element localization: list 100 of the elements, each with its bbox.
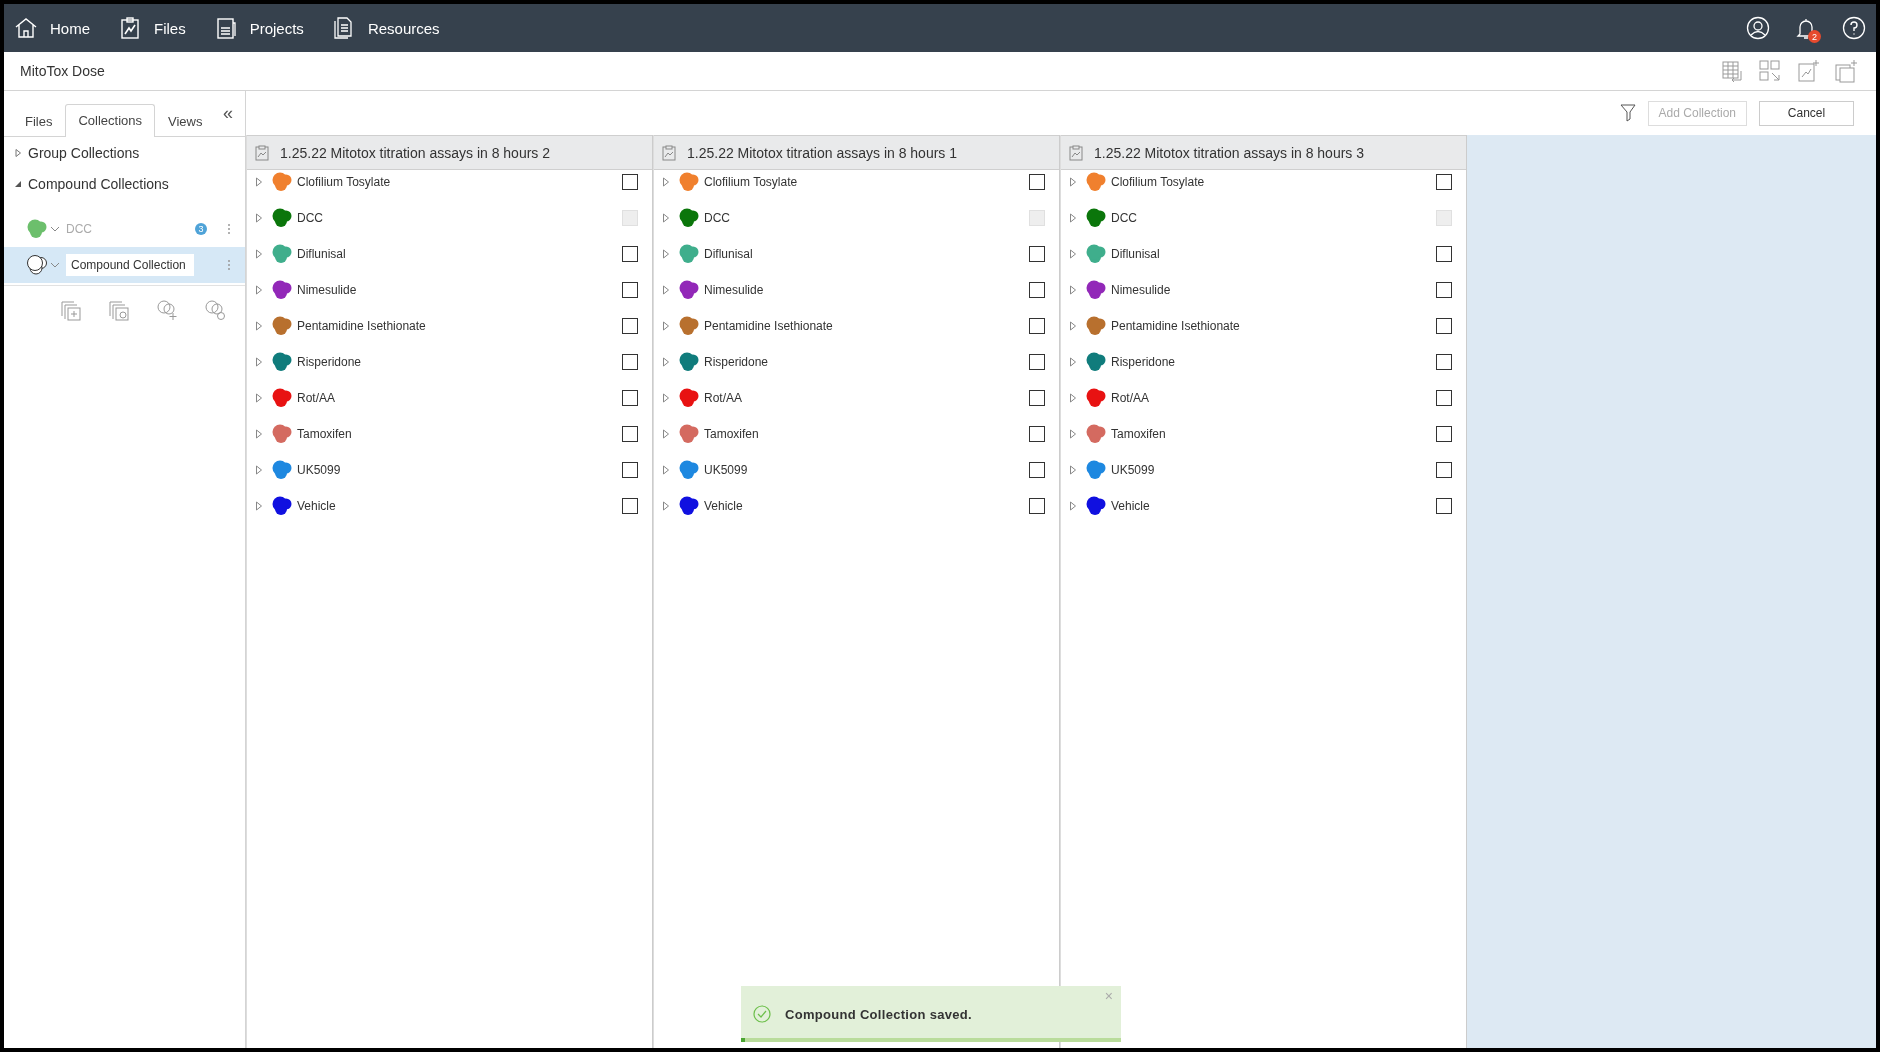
expand-triangle-icon[interactable] — [662, 393, 670, 403]
expand-triangle-icon[interactable] — [255, 177, 263, 187]
sidebar-tab[interactable]: Views — [155, 105, 216, 137]
expand-triangle-icon[interactable] — [1069, 249, 1077, 259]
blob-plus-icon[interactable] — [155, 298, 179, 322]
chevron-down-icon[interactable] — [50, 261, 60, 269]
expand-triangle-icon[interactable] — [255, 285, 263, 295]
stack-refresh-icon[interactable] — [107, 298, 131, 322]
expand-triangle-icon[interactable] — [255, 321, 263, 331]
checkbox[interactable] — [1029, 174, 1045, 190]
checkbox[interactable] — [622, 462, 638, 478]
filter-icon[interactable] — [1619, 104, 1636, 122]
compound-name: Pentamidine Isethionate — [1111, 319, 1241, 333]
expand-triangle-icon[interactable] — [255, 393, 263, 403]
checkbox[interactable] — [1436, 246, 1452, 262]
checkbox[interactable] — [1029, 426, 1045, 442]
checkbox[interactable] — [1029, 246, 1045, 262]
panel-title: 1.25.22 Mitotox titration assays in 8 hours 3 — [1094, 144, 1365, 161]
table-icon[interactable] — [1720, 59, 1744, 83]
expand-triangle-icon[interactable] — [255, 465, 263, 475]
checkbox[interactable] — [1436, 426, 1452, 442]
user-icon[interactable] — [1746, 16, 1770, 40]
check-circle-icon — [753, 1005, 771, 1023]
checkbox[interactable] — [622, 426, 638, 442]
expand-triangle-icon[interactable] — [662, 357, 670, 367]
grid-icon[interactable] — [1758, 59, 1782, 83]
expand-triangle-icon[interactable] — [255, 249, 263, 259]
checkbox[interactable] — [1029, 390, 1045, 406]
checkbox[interactable] — [1029, 318, 1045, 334]
notification-badge: 2 — [1808, 30, 1821, 43]
compound-name: Diflunisal — [704, 247, 754, 261]
checkbox[interactable] — [622, 498, 638, 514]
checkbox[interactable] — [1436, 462, 1452, 478]
collection-item[interactable]: Compound Collection — [4, 247, 245, 283]
checkbox[interactable] — [1436, 498, 1452, 514]
expand-triangle-icon[interactable] — [1069, 501, 1077, 511]
more-options-icon[interactable] — [227, 259, 231, 271]
expand-triangle-icon[interactable] — [255, 501, 263, 511]
copy-plus-icon[interactable] — [1834, 59, 1858, 83]
blob-refresh-icon[interactable] — [203, 298, 227, 322]
expand-triangle-icon[interactable] — [662, 177, 670, 187]
expand-triangle-icon[interactable] — [662, 249, 670, 259]
checkbox[interactable] — [1436, 390, 1452, 406]
expand-triangle-icon[interactable] — [1069, 285, 1077, 295]
sidebar-tab[interactable]: Collections — [65, 104, 156, 137]
nav-link[interactable]: Projects — [213, 16, 304, 40]
checkbox[interactable] — [1029, 354, 1045, 370]
expand-triangle-icon[interactable] — [1069, 357, 1077, 367]
checkbox[interactable] — [622, 318, 638, 334]
compound-name: Nimesulide — [1111, 283, 1172, 297]
checkbox[interactable] — [622, 354, 638, 370]
nav-link[interactable]: Resources — [331, 16, 440, 40]
expand-triangle-icon[interactable] — [1069, 393, 1077, 403]
action-button[interactable]: Cancel — [1759, 100, 1854, 126]
expand-triangle-icon[interactable] — [255, 357, 263, 367]
checkbox[interactable] — [622, 390, 638, 406]
nav-link[interactable]: Home — [14, 16, 90, 40]
checkbox[interactable] — [1436, 174, 1452, 190]
checkbox[interactable] — [1029, 498, 1045, 514]
expand-triangle-icon[interactable] — [255, 429, 263, 439]
expand-triangle-icon[interactable] — [1069, 213, 1077, 223]
expand-triangle-icon[interactable] — [662, 501, 670, 511]
expand-triangle-icon[interactable] — [1069, 177, 1077, 187]
tree-node[interactable]: Compound Collections — [4, 168, 245, 199]
compound-name: DCC — [297, 211, 324, 225]
expand-triangle-icon[interactable] — [1069, 321, 1077, 331]
compound-name: Tamoxifen — [297, 427, 353, 441]
compound-name: Risperidone — [297, 355, 363, 369]
checkbox[interactable] — [1029, 282, 1045, 298]
checkbox[interactable] — [1029, 462, 1045, 478]
compound-name: Risperidone — [1111, 355, 1177, 369]
expand-triangle-icon[interactable] — [1069, 465, 1077, 475]
help-icon[interactable] — [1842, 16, 1866, 40]
nav-link[interactable]: Files — [118, 16, 186, 40]
checkbox[interactable] — [622, 246, 638, 262]
compound-name: Clofilium Tosylate — [704, 175, 799, 189]
checkbox[interactable] — [1436, 354, 1452, 370]
compound-name: Clofilium Tosylate — [1111, 175, 1206, 189]
checkbox[interactable] — [622, 282, 638, 298]
sidebar-tab[interactable]: Files — [12, 105, 66, 137]
compound-name: Vehicle — [704, 499, 744, 513]
chart-plus-icon[interactable] — [1796, 59, 1820, 83]
expand-triangle-icon[interactable] — [662, 429, 670, 439]
checkbox[interactable] — [1436, 282, 1452, 298]
expand-triangle-icon[interactable] — [255, 213, 263, 223]
compound-name: Tamoxifen — [704, 427, 760, 441]
compound-name: DCC — [1111, 211, 1138, 225]
expand-triangle-icon[interactable] — [662, 465, 670, 475]
checkbox[interactable] — [622, 174, 638, 190]
collapse-button[interactable]: « — [219, 103, 237, 124]
compound-name: Diflunisal — [1111, 247, 1161, 261]
expand-triangle-icon[interactable] — [662, 321, 670, 331]
compound-name: Pentamidine Isethionate — [297, 319, 427, 333]
collection-name-field[interactable]: Compound Collection — [66, 254, 194, 276]
checkbox[interactable] — [1436, 318, 1452, 334]
expand-triangle-icon[interactable] — [662, 285, 670, 295]
page-title: MitoTox Dose — [20, 63, 106, 79]
tree-node[interactable]: Group Collections — [4, 137, 245, 168]
expand-triangle-icon[interactable] — [1069, 429, 1077, 439]
expand-triangle-icon[interactable] — [662, 213, 670, 223]
